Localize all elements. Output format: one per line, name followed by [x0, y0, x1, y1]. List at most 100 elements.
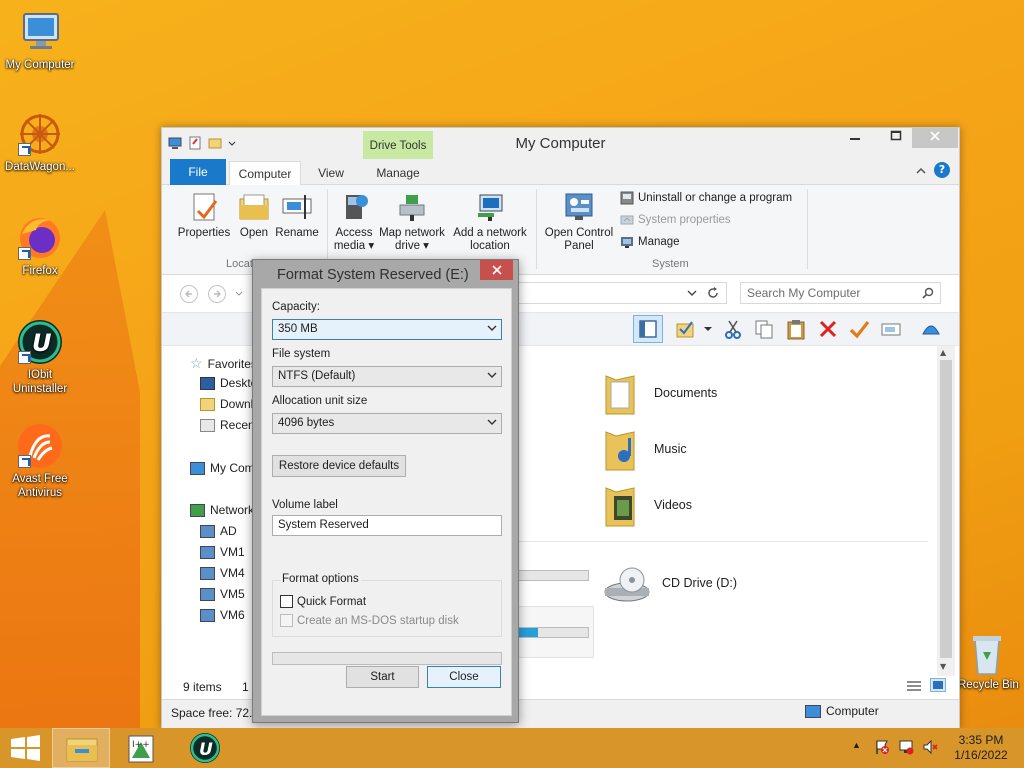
volume-label-label: Volume label: [272, 499, 338, 511]
tab-file[interactable]: File: [170, 159, 226, 185]
forward-button[interactable]: [208, 285, 226, 303]
recent-locations-dropdown[interactable]: [234, 289, 244, 299]
map-network-drive-button[interactable]: Map network drive ▾: [376, 191, 448, 253]
search-input[interactable]: Search My Computer: [740, 282, 941, 304]
back-button[interactable]: [180, 285, 198, 303]
tab-manage[interactable]: Manage: [363, 161, 433, 185]
add-network-location-button[interactable]: Add a network location: [450, 191, 530, 253]
item-label: Documents: [654, 386, 718, 400]
list-item-videos[interactable]: Videos: [602, 482, 692, 528]
scrollbar-thumb[interactable]: [940, 360, 952, 658]
chevron-down-icon: [487, 419, 497, 425]
chevron-down-icon[interactable]: [686, 287, 698, 299]
nav-label: Network: [210, 503, 255, 517]
nav-network-vm5[interactable]: VM5: [200, 587, 245, 601]
map-network-drive-label: Map network drive ▾: [379, 227, 445, 252]
desktop-icon-recycle-bin[interactable]: Recycle Bin: [950, 632, 1024, 692]
chevron-down-icon[interactable]: [702, 318, 714, 340]
taskbar-app-installer[interactable]: I++: [113, 728, 171, 768]
quick-format-checkbox[interactable]: Quick Format: [280, 595, 366, 608]
scroll-down-icon[interactable]: ▼: [940, 662, 946, 671]
manage-button[interactable]: Manage: [620, 235, 680, 249]
address-bar[interactable]: [507, 282, 727, 304]
search-icon[interactable]: [922, 287, 934, 299]
access-media-button[interactable]: Access media ▾: [332, 191, 376, 253]
manage-label: Manage: [638, 236, 680, 248]
system-properties-label: System properties: [638, 214, 731, 226]
restore-defaults-button[interactable]: Restore device defaults: [272, 455, 406, 477]
filesystem-select[interactable]: NTFS (Default): [272, 366, 502, 387]
start-button[interactable]: [0, 728, 58, 768]
desktop-icon-my-computer[interactable]: My Computer: [0, 8, 80, 72]
close-button[interactable]: [912, 128, 958, 148]
computer-icon: [805, 704, 821, 718]
list-item-documents[interactable]: Documents: [602, 370, 717, 416]
forward-arrow-icon: [214, 290, 221, 298]
capacity-select[interactable]: 350 MB: [272, 319, 502, 340]
properties-icon: [188, 191, 220, 223]
start-button[interactable]: Start: [346, 666, 419, 688]
show-hidden-icons-icon[interactable]: ▲: [852, 740, 861, 750]
network-tray-icon[interactable]: [898, 739, 914, 755]
minimize-button[interactable]: [842, 128, 868, 148]
vertical-scrollbar[interactable]: ▲ ▼: [937, 346, 955, 676]
checkmark-icon[interactable]: [848, 318, 870, 340]
shell-icon[interactable]: [920, 318, 942, 340]
uninstall-program-button[interactable]: Uninstall or change a program: [620, 191, 792, 205]
list-item-music[interactable]: Music: [602, 426, 687, 472]
maximize-button[interactable]: [883, 128, 909, 148]
dialog-close-button[interactable]: [480, 260, 513, 280]
system-properties-button[interactable]: System properties: [620, 213, 731, 227]
chevron-up-icon[interactable]: [914, 164, 928, 178]
nav-network-vm6[interactable]: VM6: [200, 608, 245, 622]
open-button[interactable]: Open: [234, 191, 274, 240]
help-icon[interactable]: ?: [934, 162, 950, 178]
star-icon: ☆: [190, 355, 203, 371]
paste-icon[interactable]: [785, 318, 807, 340]
nav-network-vm4[interactable]: VM4: [200, 566, 245, 580]
item-label: Music: [654, 442, 687, 456]
delete-icon[interactable]: [817, 318, 839, 340]
allocation-select[interactable]: 4096 bytes: [272, 413, 502, 434]
datawagon-icon: [16, 110, 64, 158]
tab-computer[interactable]: Computer: [229, 161, 301, 186]
scroll-up-icon[interactable]: ▲: [940, 348, 946, 357]
media-icon: [338, 191, 370, 223]
properties-check-icon[interactable]: [674, 318, 696, 340]
desktop-icon-datawagon[interactable]: DataWagon...: [0, 110, 80, 174]
rename-small-icon[interactable]: [880, 318, 902, 340]
preview-pane-icon[interactable]: [633, 315, 663, 343]
msdos-startup-checkbox[interactable]: Create an MS-DOS startup disk: [280, 614, 459, 627]
nav-network-ad[interactable]: AD: [200, 524, 237, 538]
refresh-icon[interactable]: [706, 286, 720, 300]
dialog-close-action-button[interactable]: Close: [427, 666, 501, 688]
desktop-icon-avast[interactable]: Avast Free Antivirus: [0, 422, 80, 500]
copy-icon[interactable]: [753, 318, 775, 340]
volume-muted-icon[interactable]: [922, 739, 938, 755]
format-dialog[interactable]: Format System Reserved (E:) Capacity: 35…: [252, 259, 519, 723]
desktop-icon-firefox[interactable]: Firefox: [0, 214, 80, 278]
details-view-icon[interactable]: [906, 679, 922, 693]
open-control-panel-button[interactable]: Open Control Panel: [540, 191, 618, 253]
desktop-icon-iobit[interactable]: U IObit Uninstaller: [0, 318, 80, 396]
desktop-icon-label: Firefox: [22, 265, 58, 277]
title-bar[interactable]: Drive Tools My Computer: [162, 128, 959, 159]
access-media-label: Access media ▾: [333, 227, 375, 252]
list-item-cd-drive[interactable]: CD Drive (D:): [602, 560, 737, 606]
nav-network-vm1[interactable]: VM1: [200, 545, 245, 559]
taskbar-file-explorer[interactable]: [52, 728, 110, 768]
volume-label-field[interactable]: System Reserved: [272, 515, 502, 536]
large-icons-view-icon[interactable]: [930, 678, 946, 692]
item-label: CD Drive (D:): [662, 576, 737, 590]
cut-icon[interactable]: [722, 318, 744, 340]
clock-date: 1/16/2022: [954, 748, 1008, 762]
videos-folder-icon: [602, 482, 638, 528]
action-center-flag-icon[interactable]: [874, 739, 890, 755]
taskbar-iobit[interactable]: U: [176, 728, 234, 768]
properties-button[interactable]: Properties: [176, 191, 232, 240]
rename-button[interactable]: Rename: [274, 191, 320, 240]
nav-favorites[interactable]: ☆ Favorites: [190, 355, 257, 372]
nav-network[interactable]: Network: [190, 503, 254, 517]
clock[interactable]: 3:35 PM 1/16/2022: [948, 728, 1014, 768]
tab-view[interactable]: View: [307, 161, 355, 185]
